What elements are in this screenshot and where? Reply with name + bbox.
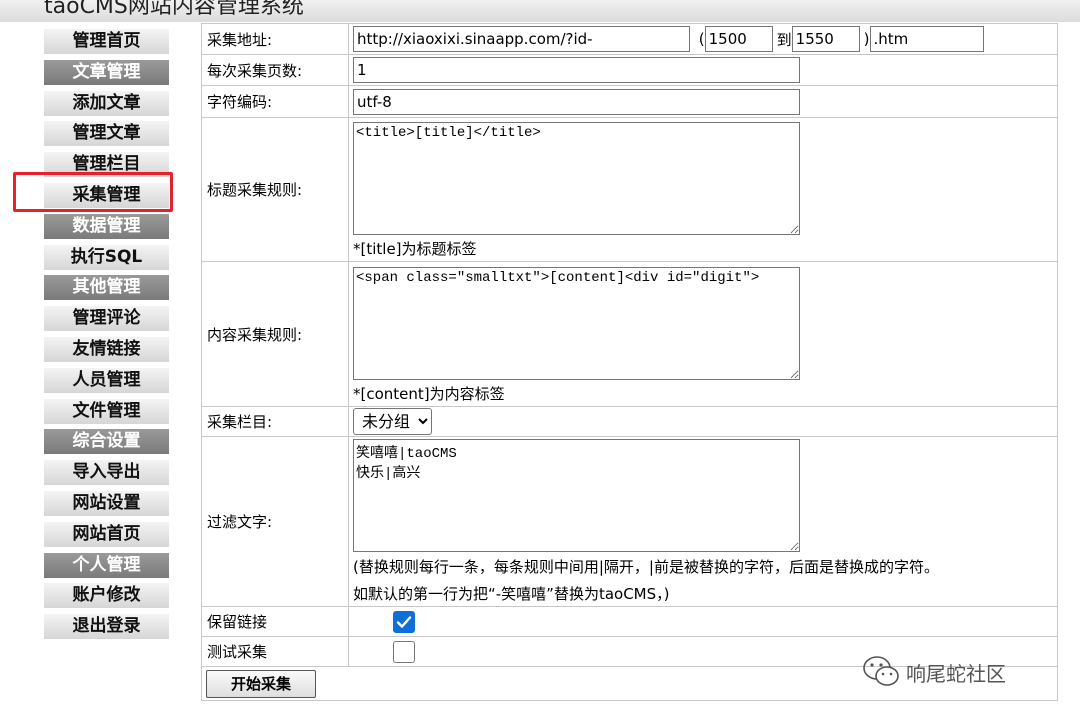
url-input[interactable] [353,26,690,52]
title-rule-label: 标题采集规则: [201,117,349,262]
sidebar-item-10[interactable]: 管理评论 [44,306,169,331]
content-rule-label: 内容采集规则: [201,261,349,407]
encoding-label: 字符编码: [201,85,349,118]
sidebar-item-16[interactable]: 网站设置 [44,491,169,516]
filter-note-line2: 如默认的第一行为把“-笑嘻嘻”替换为taoCMS，) [353,585,670,603]
watermark: 响尾蛇社区 [862,654,1006,690]
sidebar-item-12[interactable]: 人员管理 [44,368,169,393]
sidebar-item-1[interactable]: 管理首页 [44,29,169,54]
keep-links-label: 保留链接 [201,606,349,637]
sidebar-item-9[interactable]: 其他管理 [44,275,169,300]
content-rule-textarea[interactable]: <span class="smalltxt">[content]<div id=… [353,266,800,380]
row-content-rule: 内容采集规则: <span class="smalltxt">[content]… [201,261,1058,407]
wechat-icon [863,656,899,686]
sidebar-item-5[interactable]: 管理栏目 [44,152,169,177]
sidebar-item-6[interactable]: 采集管理 [44,183,169,208]
row-url: 采集地址: (到) [201,23,1058,55]
sidebar-item-11[interactable]: 友情链接 [44,337,169,362]
sidebar-nav: 管理首页文章管理添加文章管理文章管理栏目采集管理数据管理执行SQL 其他管理管理评… [0,22,200,721]
sidebar-item-18[interactable]: 个人管理 [44,553,169,578]
filter-note-line1: (替换规则每行一条，每条规则中间用|隔开，|前是被替换的字符，后面是替换成的字符… [353,558,939,576]
sidebar-item-19[interactable]: 账户修改 [44,583,169,608]
watermark-text: 响尾蛇社区 [906,661,1006,686]
category-label: 采集栏目: [201,406,349,437]
title-rule-textarea[interactable]: <title>[title]</title> [353,122,800,235]
url-label: 采集地址: [201,23,349,55]
title-rule-note: *[title]为标题标签 [353,240,477,258]
row-filter: 过滤文字: 笑嘻嘻|taoCMS 快乐|高兴 (替换规则每行一条，每条规则中间用… [201,436,1058,607]
sidebar-item-8[interactable]: 执行SQL [44,245,169,270]
sidebar-item-17[interactable]: 网站首页 [44,522,169,547]
encoding-input[interactable] [353,88,800,115]
sidebar-item-14[interactable]: 综合设置 [44,429,169,454]
row-category: 采集栏目: 未分组 [201,406,1058,437]
sidebar-item-15[interactable]: 导入导出 [44,460,169,485]
row-encoding: 字符编码: [201,85,1058,118]
sidebar-item-7[interactable]: 数据管理 [44,214,169,239]
sidebar-item-20[interactable]: 退出登录 [44,614,169,639]
start-id-input[interactable] [704,26,773,52]
filter-label: 过滤文字: [201,436,349,607]
app-header: taoCMS网站内容管理系统 [0,0,1080,22]
pages-label: 每次采集页数: [201,54,349,86]
content-rule-note: *[content]为内容标签 [353,384,505,403]
collect-form: 采集地址: (到) 每次采集页数: 字符编码: 标题采集规则: <title>[… [201,23,1058,701]
checkmark-icon [396,615,412,628]
test-collect-checkbox[interactable] [393,640,415,663]
row-pages: 每次采集页数: [201,54,1058,86]
keep-links-checkbox[interactable] [393,610,415,633]
sidebar-item-3[interactable]: 添加文章 [44,91,169,116]
start-collect-button[interactable]: 开始采集 [206,669,316,698]
category-select[interactable]: 未分组 [353,408,432,435]
pages-input[interactable] [353,57,800,83]
filter-textarea[interactable]: 笑嘻嘻|taoCMS 快乐|高兴 [353,439,800,552]
suffix-input[interactable] [869,26,984,52]
sidebar-item-13[interactable]: 文件管理 [44,399,169,424]
app-title: taoCMS网站内容管理系统 [44,0,304,19]
sidebar-item-4[interactable]: 管理文章 [44,121,169,146]
row-keep-links: 保留链接 [201,606,1058,637]
sidebar-item-2[interactable]: 文章管理 [44,60,169,85]
to-label: 到 [776,30,792,49]
test-collect-label: 测试采集 [201,636,349,667]
row-title-rule: 标题采集规则: <title>[title]</title> *[title]为… [201,117,1058,262]
end-id-input[interactable] [791,26,860,52]
